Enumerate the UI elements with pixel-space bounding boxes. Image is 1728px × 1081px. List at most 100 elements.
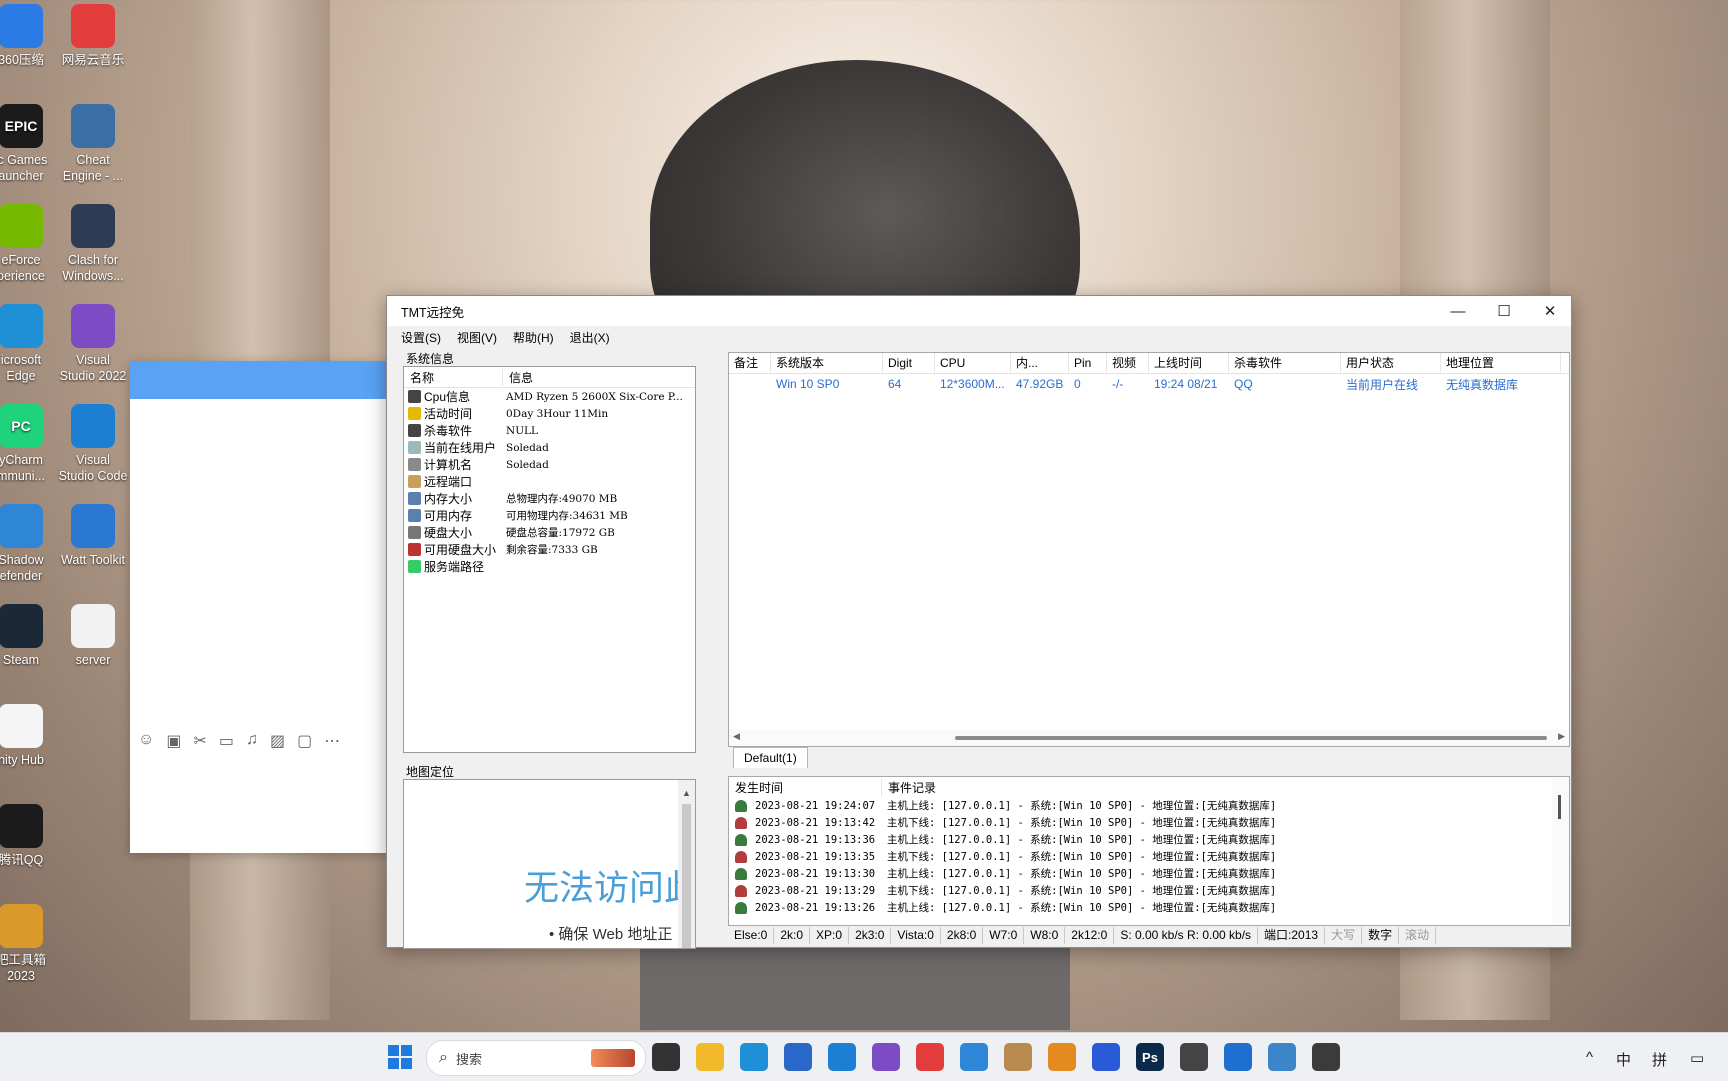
log-row[interactable]: 2023-08-21 19:24:07 主机上线: [127.0.0.1] - 系… — [729, 797, 1569, 814]
host-column-header[interactable]: 用户状态 — [1341, 353, 1441, 373]
hscroll-thumb[interactable] — [955, 736, 1547, 740]
log-row[interactable]: 2023-08-21 19:13:35 主机下线: [127.0.0.1] - 系… — [729, 848, 1569, 865]
tab-default[interactable]: Default(1) — [733, 747, 808, 768]
maximize-button[interactable]: ☐ — [1481, 296, 1527, 326]
desktop-icon-label: Visual Studio Code — [58, 453, 128, 483]
desktop-icon[interactable]: Visual Studio 2022 — [50, 304, 136, 384]
host-online-icon — [735, 799, 747, 812]
tray-input-language[interactable]: 中 — [1616, 1049, 1631, 1070]
host-column-header[interactable]: 系统版本 — [771, 353, 883, 373]
sysinfo-row[interactable]: 杀毒软件 NULL — [404, 422, 695, 439]
sysinfo-list[interactable]: 名称 信息 Cpu信息 AMD Ryzen 5 2600X Six-Core P.… — [403, 366, 696, 753]
sysinfo-row[interactable]: 硬盘大小 硬盘总容量:17972 GB — [404, 524, 695, 541]
tray-input-mode[interactable]: 拼 — [1652, 1049, 1667, 1070]
column-header-time[interactable]: 发生时间 — [729, 778, 882, 796]
tray-overflow-icon[interactable]: ^ — [1586, 1049, 1593, 1066]
taskbar: ⌕ 搜索 Ps ^ 中 拼 ▭ — [0, 1032, 1728, 1081]
sysinfo-row[interactable]: 当前在线用户 Soledad — [404, 439, 695, 456]
log-row[interactable]: 2023-08-21 19:13:26 主机上线: [127.0.0.1] - 系… — [729, 899, 1569, 916]
desktop-icon[interactable]: Visual Studio Code — [50, 404, 136, 484]
task-view-icon[interactable] — [652, 1043, 680, 1071]
column-header-name[interactable]: 名称 — [404, 368, 503, 386]
desktop-icon[interactable]: Watt Toolkit — [50, 504, 136, 568]
host-column-header[interactable]: CPU — [935, 353, 1011, 373]
screen-icon[interactable]: ▢ — [297, 731, 312, 751]
log-row[interactable]: 2023-08-21 19:13:36 主机上线: [127.0.0.1] - 系… — [729, 831, 1569, 848]
host-column-header[interactable]: Pin — [1069, 353, 1107, 373]
map-scroll-thumb[interactable] — [682, 804, 691, 948]
tmt-icon[interactable] — [1312, 1043, 1340, 1071]
vscroll-thumb[interactable] — [1558, 795, 1561, 819]
chevron-right-icon[interactable]: ▶ — [1558, 731, 1565, 742]
sysinfo-row[interactable]: 活动时间 0Day 3Hour 11Min — [404, 405, 695, 422]
menu-view[interactable]: 视图(V) — [457, 329, 497, 346]
monitor-icon[interactable] — [1268, 1043, 1296, 1071]
notepad-icon[interactable] — [1092, 1043, 1120, 1071]
close-button[interactable]: ✕ — [1527, 296, 1573, 326]
host-column-header[interactable]: 地理位置 — [1441, 353, 1561, 373]
column-header-info[interactable]: 信息 — [503, 369, 533, 386]
music-note-icon[interactable]: ♫ — [246, 731, 258, 751]
host-column-header[interactable]: 备注 — [729, 353, 771, 373]
host-cell: 12*3600M... — [940, 377, 1005, 391]
menu-help[interactable]: 帮助(H) — [513, 329, 554, 346]
store-icon[interactable] — [784, 1043, 812, 1071]
music-icon[interactable] — [916, 1043, 944, 1071]
defender-icon[interactable] — [1224, 1043, 1252, 1071]
more-icon[interactable]: ⋯ — [324, 731, 340, 751]
sysinfo-row[interactable]: 可用硬盘大小 剩余容量:7333 GB — [404, 541, 695, 558]
sysinfo-row[interactable]: 可用内存 可用物理内存:34631 MB — [404, 507, 695, 524]
event-log[interactable]: 发生时间 事件记录 2023-08-21 19:24:07 主机上线: [127.… — [728, 776, 1570, 926]
menu-settings[interactable]: 设置(S) — [401, 329, 441, 346]
taskbar-search[interactable]: ⌕ 搜索 — [426, 1040, 646, 1076]
gif-icon[interactable]: ▣ — [166, 731, 181, 751]
folder-icon[interactable]: ▭ — [219, 731, 234, 751]
host-column-header[interactable]: 视频 — [1107, 353, 1149, 373]
tray-network-icon[interactable]: ▭ — [1690, 1049, 1704, 1067]
host-list-hscrollbar[interactable]: ◀ ▶ — [729, 729, 1569, 746]
log-row[interactable]: 2023-08-21 19:13:29 主机下线: [127.0.0.1] - 系… — [729, 882, 1569, 899]
log-row[interactable]: 2023-08-21 19:13:42 主机下线: [127.0.0.1] - 系… — [729, 814, 1569, 831]
chevron-left-icon[interactable]: ◀ — [733, 731, 740, 742]
ghost-icon[interactable] — [1180, 1043, 1208, 1071]
sysinfo-row[interactable]: 服务端路径 — [404, 558, 695, 575]
edge-icon[interactable] — [740, 1043, 768, 1071]
file-explorer-icon[interactable] — [696, 1043, 724, 1071]
map-panel[interactable]: 无法访问此 • 确保 Web 地址正 ▲ — [403, 779, 696, 949]
shadow-defender-icon[interactable] — [960, 1043, 988, 1071]
menu-exit[interactable]: 退出(X) — [570, 329, 610, 346]
desktop-icon[interactable]: nity Hub — [0, 704, 64, 768]
package-icon[interactable] — [1004, 1043, 1032, 1071]
host-column-header[interactable]: 上线时间 — [1149, 353, 1229, 373]
host-list[interactable]: 备注 系统版本 Digit CPU 内... Pin 视频 上线时间 杀毒软件 用户状态 地理位置 … — [728, 352, 1570, 747]
desktop-icon[interactable]: server — [50, 604, 136, 668]
host-column-header[interactable]: Digit — [883, 353, 935, 373]
desktop-icon[interactable]: 网易云音乐 — [50, 4, 136, 68]
sysinfo-row[interactable]: 远程端口 — [404, 473, 695, 490]
scissors-icon[interactable]: ✂ — [193, 731, 206, 751]
search-tool-icon[interactable] — [1048, 1043, 1076, 1071]
vscode-icon[interactable] — [828, 1043, 856, 1071]
image-icon[interactable]: ▨ — [270, 731, 285, 751]
sysinfo-row[interactable]: 内存大小 总物理内存:49070 MB — [404, 490, 695, 507]
background-chat-window[interactable]: ☺ ▣ ✂ ▭ ♫ ▨ ▢ ⋯ — [130, 361, 390, 853]
chevron-up-icon[interactable]: ▲ — [682, 788, 691, 798]
desktop-icon[interactable]: Clash for Windows... — [50, 204, 136, 284]
start-button[interactable] — [388, 1045, 412, 1069]
photoshop-icon[interactable]: Ps — [1136, 1043, 1164, 1071]
desktop-icon[interactable]: Cheat Engine - ... — [50, 104, 136, 184]
log-row[interactable]: 2023-08-21 19:13:30 主机上线: [127.0.0.1] - 系… — [729, 865, 1569, 882]
sysinfo-row[interactable]: 计算机名 Soledad — [404, 456, 695, 473]
event-log-vscrollbar[interactable] — [1552, 777, 1569, 925]
desktop-icon[interactable]: 腾讯QQ — [0, 804, 64, 868]
emoji-icon[interactable]: ☺ — [138, 731, 154, 751]
minimize-button[interactable]: — — [1435, 296, 1481, 326]
map-scrollbar[interactable]: ▲ — [678, 780, 695, 948]
sysinfo-row[interactable]: Cpu信息 AMD Ryzen 5 2600X Six-Core P... — [404, 388, 695, 405]
host-column-header[interactable]: 杀毒软件 — [1229, 353, 1341, 373]
column-header-event[interactable]: 事件记录 — [882, 779, 936, 796]
desktop-icon[interactable]: 吧工具箱 2023 — [0, 904, 64, 984]
host-column-header[interactable]: 内... — [1011, 353, 1069, 373]
host-row[interactable]: Win 10 SP0 64 12*3600M... 47.92GB 0 -/- 19:24 … — [729, 374, 1569, 394]
visual-studio-icon[interactable] — [872, 1043, 900, 1071]
